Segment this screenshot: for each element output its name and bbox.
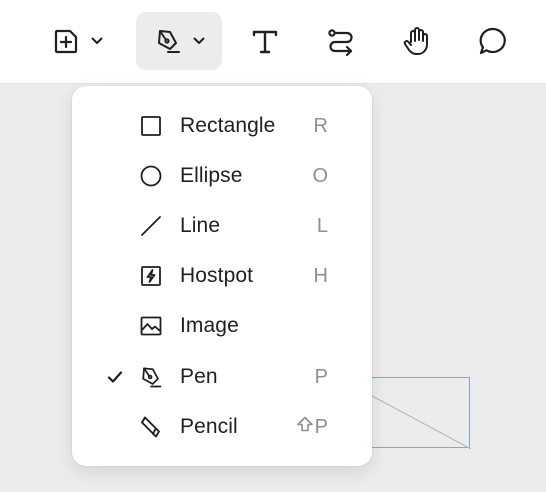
text-icon bbox=[250, 26, 280, 56]
selected-shape[interactable] bbox=[360, 377, 471, 449]
image-icon bbox=[138, 313, 164, 339]
menu-item-shortcut: H bbox=[313, 264, 328, 287]
chevron-down-icon bbox=[193, 37, 205, 45]
menu-item-image[interactable]: Image bbox=[72, 306, 372, 346]
menu-item-label: Hostpot bbox=[180, 264, 254, 287]
comment-tool[interactable] bbox=[468, 12, 518, 70]
menu-item-pen[interactable]: Pen P bbox=[72, 357, 372, 397]
circle-icon bbox=[138, 163, 164, 189]
menu-item-shortcut: P bbox=[296, 415, 328, 439]
hand-tool[interactable] bbox=[392, 12, 442, 70]
hand-icon bbox=[401, 25, 433, 57]
insert-frame-tool[interactable] bbox=[40, 12, 114, 70]
pen-icon bbox=[153, 26, 183, 56]
square-icon bbox=[138, 113, 164, 139]
shapes-tool[interactable] bbox=[136, 12, 222, 70]
checkmark-icon bbox=[106, 368, 124, 386]
menu-item-shortcut: P bbox=[314, 365, 328, 388]
shift-icon bbox=[296, 415, 314, 439]
connector-tool[interactable] bbox=[316, 12, 366, 70]
hotspot-icon bbox=[138, 263, 164, 289]
menu-item-label: Pen bbox=[180, 365, 218, 388]
toolbar bbox=[0, 0, 546, 84]
shape-tool-menu: Rectangle R Ellipse O Line L Hostpot H I… bbox=[72, 86, 372, 466]
menu-item-rectangle[interactable]: Rectangle R bbox=[72, 106, 372, 146]
menu-item-shortcut: L bbox=[316, 214, 328, 237]
line-icon bbox=[138, 213, 164, 239]
menu-item-pencil[interactable]: Pencil P bbox=[72, 407, 372, 447]
menu-item-shortcut: R bbox=[313, 114, 328, 137]
menu-item-line[interactable]: Line L bbox=[72, 206, 372, 246]
connector-icon bbox=[326, 26, 356, 56]
menu-item-label: Image bbox=[180, 314, 239, 337]
chevron-down-icon bbox=[91, 37, 103, 45]
pen-icon bbox=[138, 364, 164, 390]
pencil-icon bbox=[138, 414, 164, 440]
plus-square-icon bbox=[51, 26, 81, 56]
menu-item-label: Ellipse bbox=[180, 164, 243, 187]
menu-item-label: Rectangle bbox=[180, 114, 276, 137]
menu-item-label: Line bbox=[180, 214, 221, 237]
menu-item-ellipse[interactable]: Ellipse O bbox=[72, 156, 372, 196]
menu-item-label: Pencil bbox=[180, 415, 238, 438]
text-tool[interactable] bbox=[240, 12, 290, 70]
menu-item-hotspot[interactable]: Hostpot H bbox=[72, 256, 372, 296]
menu-item-shortcut: O bbox=[312, 164, 328, 187]
comment-icon bbox=[477, 25, 509, 57]
